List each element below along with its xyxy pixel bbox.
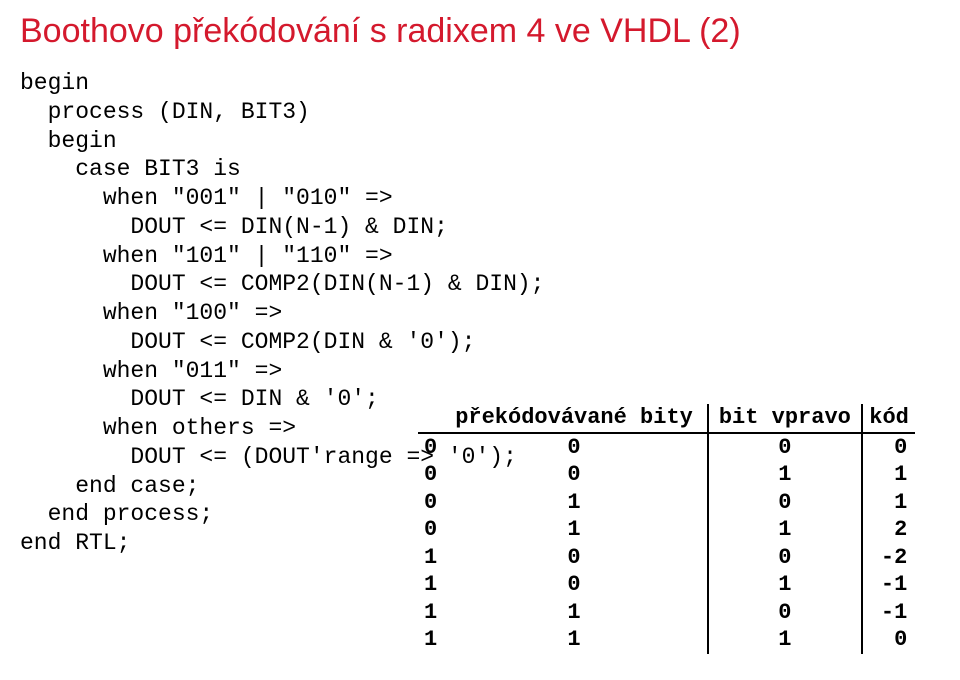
cell-right: 0	[708, 599, 862, 627]
table-row: 0101	[418, 489, 915, 517]
cell-code: -2	[862, 544, 915, 572]
cell-bit0: 0	[451, 544, 708, 572]
table-row: 0000	[418, 433, 915, 462]
th-right: bit vpravo	[708, 404, 862, 433]
cell-right: 0	[708, 489, 862, 517]
cell-bit0: 0	[451, 461, 708, 489]
table-row: 100-2	[418, 544, 915, 572]
th-bits-col2: překódovávané bity	[451, 404, 708, 433]
cell-bit0: 1	[451, 489, 708, 517]
cell-bit1: 0	[418, 516, 451, 544]
cell-bit1: 1	[418, 571, 451, 599]
encoding-table: překódovávané bity bit vpravo kód 000000…	[418, 404, 915, 654]
table-row: 110-1	[418, 599, 915, 627]
cell-bit0: 1	[451, 516, 708, 544]
cell-right: 1	[708, 461, 862, 489]
cell-bit1: 1	[418, 544, 451, 572]
slide-title: Boothovo překódování s radixem 4 ve VHDL…	[20, 12, 940, 51]
table-row: 0011	[418, 461, 915, 489]
cell-bit1: 1	[418, 626, 451, 654]
cell-code: 0	[862, 626, 915, 654]
cell-code: 0	[862, 433, 915, 462]
cell-bit0: 1	[451, 626, 708, 654]
cell-code: 1	[862, 489, 915, 517]
cell-right: 1	[708, 516, 862, 544]
th-bits-col1	[418, 404, 451, 433]
cell-code: -1	[862, 599, 915, 627]
cell-right: 0	[708, 433, 862, 462]
encoding-table-wrapper: překódovávané bity bit vpravo kód 000000…	[418, 404, 915, 654]
cell-right: 1	[708, 571, 862, 599]
cell-bit0: 0	[451, 571, 708, 599]
table-body: 0000001101010112100-2101-1110-11110	[418, 433, 915, 654]
table-row: 0112	[418, 516, 915, 544]
cell-bit0: 1	[451, 599, 708, 627]
cell-right: 0	[708, 544, 862, 572]
cell-code: 2	[862, 516, 915, 544]
cell-bit1: 0	[418, 489, 451, 517]
table-header-row: překódovávané bity bit vpravo kód	[418, 404, 915, 433]
cell-bit1: 0	[418, 433, 451, 462]
cell-bit0: 0	[451, 433, 708, 462]
cell-code: -1	[862, 571, 915, 599]
cell-bit1: 0	[418, 461, 451, 489]
cell-right: 1	[708, 626, 862, 654]
table-row: 101-1	[418, 571, 915, 599]
table-row: 1110	[418, 626, 915, 654]
cell-code: 1	[862, 461, 915, 489]
th-code: kód	[862, 404, 915, 433]
cell-bit1: 1	[418, 599, 451, 627]
